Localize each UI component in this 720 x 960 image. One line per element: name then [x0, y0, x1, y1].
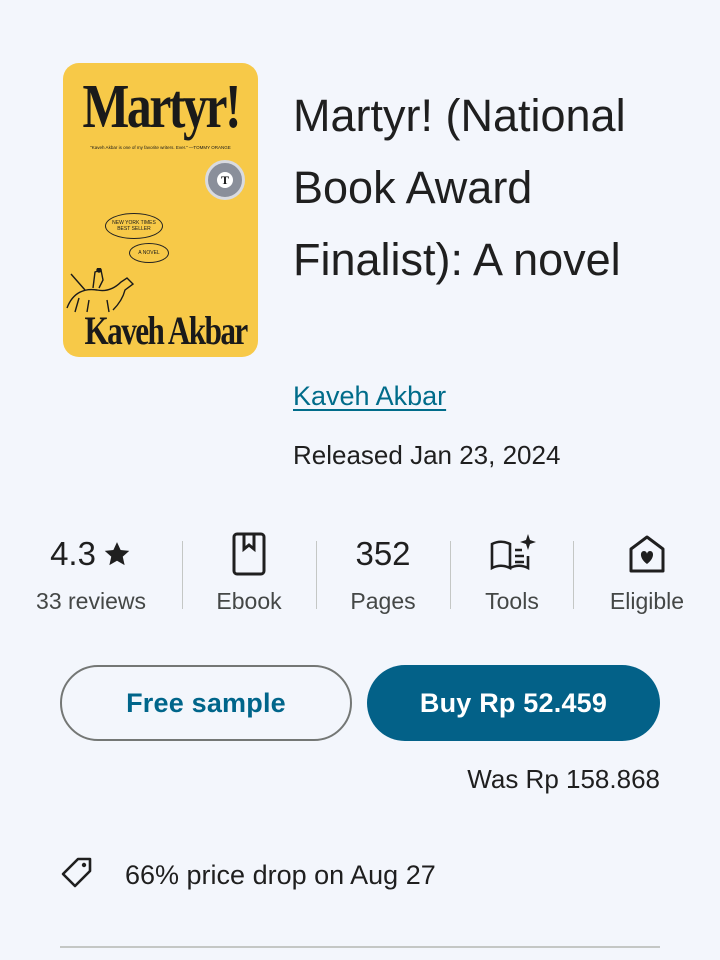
- buy-button[interactable]: Buy Rp 52.459: [367, 665, 660, 741]
- format-stat: Ebook: [200, 528, 298, 615]
- cover-title: Martyr!: [82, 73, 242, 141]
- stat-divider: [316, 541, 317, 609]
- star-icon: [104, 542, 130, 566]
- author-link[interactable]: Kaveh Akbar: [293, 381, 446, 412]
- pages-label: Pages: [350, 588, 416, 614]
- bestseller-bubble: NEW YORK TIMES BEST SELLER: [105, 213, 163, 239]
- book-details-page: Martyr! "Kaveh Akbar is one of my favori…: [0, 0, 720, 960]
- book-cover[interactable]: Martyr! "Kaveh Akbar is one of my favori…: [63, 63, 258, 357]
- novel-text: A NOVEL: [138, 250, 160, 256]
- cover-author: Kaveh Akbar: [84, 308, 248, 353]
- eligible-stat[interactable]: Eligible: [594, 528, 700, 615]
- tools-book-sparkle-icon: [490, 534, 536, 571]
- cover-blurb: "Kaveh Akbar is one of my favorite write…: [90, 145, 231, 150]
- eligible-label: Eligible: [609, 588, 685, 614]
- price-drop-row: [60, 856, 94, 890]
- reviews-count: 33 reviews: [36, 588, 146, 614]
- was-price: Was Rp 158.868: [467, 764, 660, 794]
- stat-divider: [182, 541, 183, 609]
- release-date: Released Jan 23, 2024: [293, 440, 561, 470]
- pages-value: 352: [355, 535, 411, 572]
- stat-divider: [450, 541, 451, 609]
- price-drop-text: 66% price drop on Aug 27: [125, 860, 436, 890]
- bestseller-text: NEW YORK TIMES BEST SELLER: [112, 220, 156, 232]
- pages-stat: 352 Pages: [334, 528, 432, 615]
- tools-label: Tools: [485, 588, 539, 614]
- book-title: Martyr! (National Book Award Finalist): …: [293, 90, 626, 285]
- section-divider: [60, 946, 660, 948]
- nyt-seal-icon: T: [205, 160, 245, 200]
- free-sample-button[interactable]: Free sample: [60, 665, 352, 741]
- seal-letter: T: [217, 172, 233, 188]
- ebook-icon: [232, 532, 266, 576]
- tools-stat[interactable]: Tools: [467, 528, 557, 615]
- family-library-icon: [629, 535, 665, 573]
- novel-bubble: A NOVEL: [129, 243, 169, 263]
- stat-divider: [573, 541, 574, 609]
- rating-value: 4.3: [50, 535, 96, 572]
- rating-stat[interactable]: 4.3 33 reviews: [30, 528, 152, 615]
- tag-icon: [61, 857, 92, 888]
- format-label: Ebook: [216, 588, 282, 614]
